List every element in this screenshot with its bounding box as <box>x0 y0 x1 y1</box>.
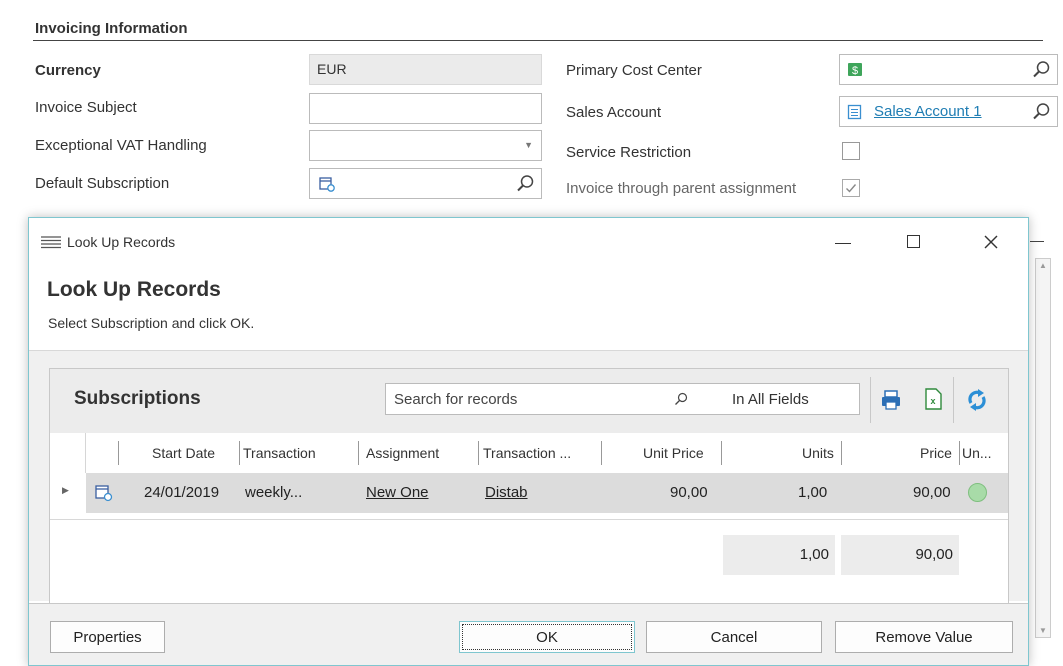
currency-label: Currency <box>35 62 101 79</box>
sales-account-lookup[interactable]: Sales Account 1 <box>839 96 1058 127</box>
properties-button[interactable]: Properties <box>50 621 165 653</box>
search-scope[interactable]: In All Fields <box>732 391 809 408</box>
column-separator <box>239 441 240 465</box>
scroll-down-icon[interactable]: ▼ <box>1039 626 1047 635</box>
col-units[interactable]: Units <box>802 445 834 461</box>
row-selection <box>86 473 1008 513</box>
cell-transaction-type-link[interactable]: Distab <box>485 484 528 501</box>
subscriptions-grid: Subscriptions Search for records In All … <box>49 368 1009 604</box>
status-indicator <box>968 483 987 502</box>
background-divider <box>1030 241 1044 242</box>
invoice-subject-label: Invoice Subject <box>35 99 137 116</box>
currency-value: EUR <box>317 61 347 77</box>
col-transaction-type[interactable]: Transaction ... <box>483 445 571 461</box>
search-icon[interactable] <box>516 174 535 193</box>
cell-start-date: 24/01/2019 <box>144 484 220 501</box>
default-subscription-label: Default Subscription <box>35 175 170 192</box>
total-units-cell: 1,00 <box>723 535 835 575</box>
column-header-row: Start Date Transaction Assignment Transa… <box>50 433 1008 473</box>
row-indicator-header <box>50 433 86 473</box>
service-restriction-label: Service Restriction <box>566 144 692 161</box>
invoice-parent-checkbox[interactable] <box>842 179 860 197</box>
total-price-cell: 90,00 <box>841 535 959 575</box>
column-separator <box>478 441 479 465</box>
money-icon: $ <box>848 63 862 77</box>
ok-button[interactable]: OK <box>459 621 635 653</box>
invoice-parent-label: Invoice through parent assignment <box>566 180 797 197</box>
remove-value-button[interactable]: Remove Value <box>835 621 1013 653</box>
cell-assignment-link[interactable]: New One <box>366 484 429 501</box>
dialog-subtitle: Select Subscription and click OK. <box>48 315 255 331</box>
column-separator <box>841 441 842 465</box>
sales-account-link[interactable]: Sales Account 1 <box>874 103 982 120</box>
printer-icon[interactable] <box>880 389 902 411</box>
cancel-button[interactable]: Cancel <box>646 621 822 653</box>
column-separator <box>721 441 722 465</box>
cell-unit-price: 90,00 <box>670 484 708 501</box>
dialog-heading: Look Up Records <box>47 278 221 301</box>
chevron-down-icon[interactable]: ▼ <box>524 140 533 150</box>
col-start-date[interactable]: Start Date <box>152 445 215 461</box>
calendar-refresh-icon <box>319 177 335 192</box>
col-transaction[interactable]: Transaction <box>243 445 316 461</box>
expand-arrow-icon[interactable]: ▶ <box>62 485 69 496</box>
grid-toolbar: Subscriptions Search for records In All … <box>50 369 1008 433</box>
col-unit-price[interactable]: Unit Price <box>643 445 704 461</box>
search-icon[interactable] <box>674 392 688 406</box>
scroll-up-icon[interactable]: ▲ <box>1039 261 1047 270</box>
cell-transaction: weekly... <box>245 484 303 501</box>
section-divider <box>33 40 1043 41</box>
list-icon <box>41 236 61 249</box>
cell-price: 90,00 <box>913 484 951 501</box>
table-row[interactable]: ▶ 24/01/2019 weekly... New One Distab 90… <box>50 473 1008 513</box>
currency-field: EUR <box>309 54 542 85</box>
svg-text:$: $ <box>852 65 858 77</box>
section-title: Invoicing Information <box>35 20 188 37</box>
column-separator <box>959 441 960 465</box>
vat-handling-select[interactable]: ▼ <box>309 130 542 161</box>
dialog-titlebar[interactable]: Look Up Records <box>29 218 1028 262</box>
search-icon[interactable] <box>1032 102 1051 121</box>
cell-units: 1,00 <box>798 484 828 501</box>
total-units: 1,00 <box>799 546 829 563</box>
close-icon[interactable] <box>983 234 999 250</box>
primary-cost-center-lookup[interactable]: $ <box>839 54 1058 85</box>
grid-title: Subscriptions <box>74 388 201 409</box>
search-input[interactable]: Search for records <box>394 391 517 408</box>
dialog-window-title: Look Up Records <box>67 234 176 250</box>
default-subscription-lookup[interactable] <box>309 168 542 199</box>
toolbar-separator <box>870 377 871 423</box>
refresh-icon[interactable] <box>965 388 989 412</box>
account-icon <box>847 104 862 120</box>
toolbar-separator <box>953 377 954 423</box>
primary-cost-center-label: Primary Cost Center <box>566 62 702 79</box>
search-icon[interactable] <box>1032 60 1051 79</box>
column-separator <box>601 441 602 465</box>
vat-handling-label: Exceptional VAT Handling <box>35 137 207 154</box>
sales-account-label: Sales Account <box>566 104 662 121</box>
col-un[interactable]: Un... <box>962 445 992 461</box>
totals-divider <box>50 519 1008 520</box>
checkmark-icon <box>846 184 857 193</box>
calendar-refresh-icon <box>95 485 113 502</box>
column-separator <box>118 441 119 465</box>
col-price[interactable]: Price <box>920 445 952 461</box>
column-separator <box>358 441 359 465</box>
total-price: 90,00 <box>915 546 953 563</box>
search-box[interactable]: Search for records In All Fields <box>385 383 860 415</box>
minimize-icon[interactable] <box>835 243 851 244</box>
invoice-subject-input[interactable] <box>309 93 542 124</box>
row-indicator[interactable]: ▶ <box>50 473 86 513</box>
svg-text:x: x <box>930 396 935 406</box>
service-restriction-checkbox[interactable] <box>842 142 860 160</box>
lookup-dialog: Look Up Records Look Up Records Select S… <box>28 217 1029 666</box>
excel-icon[interactable]: x <box>923 388 943 410</box>
col-assignment[interactable]: Assignment <box>366 445 439 461</box>
maximize-icon[interactable] <box>907 235 920 248</box>
background-scrollbar[interactable]: ▲ ▼ <box>1035 258 1051 638</box>
